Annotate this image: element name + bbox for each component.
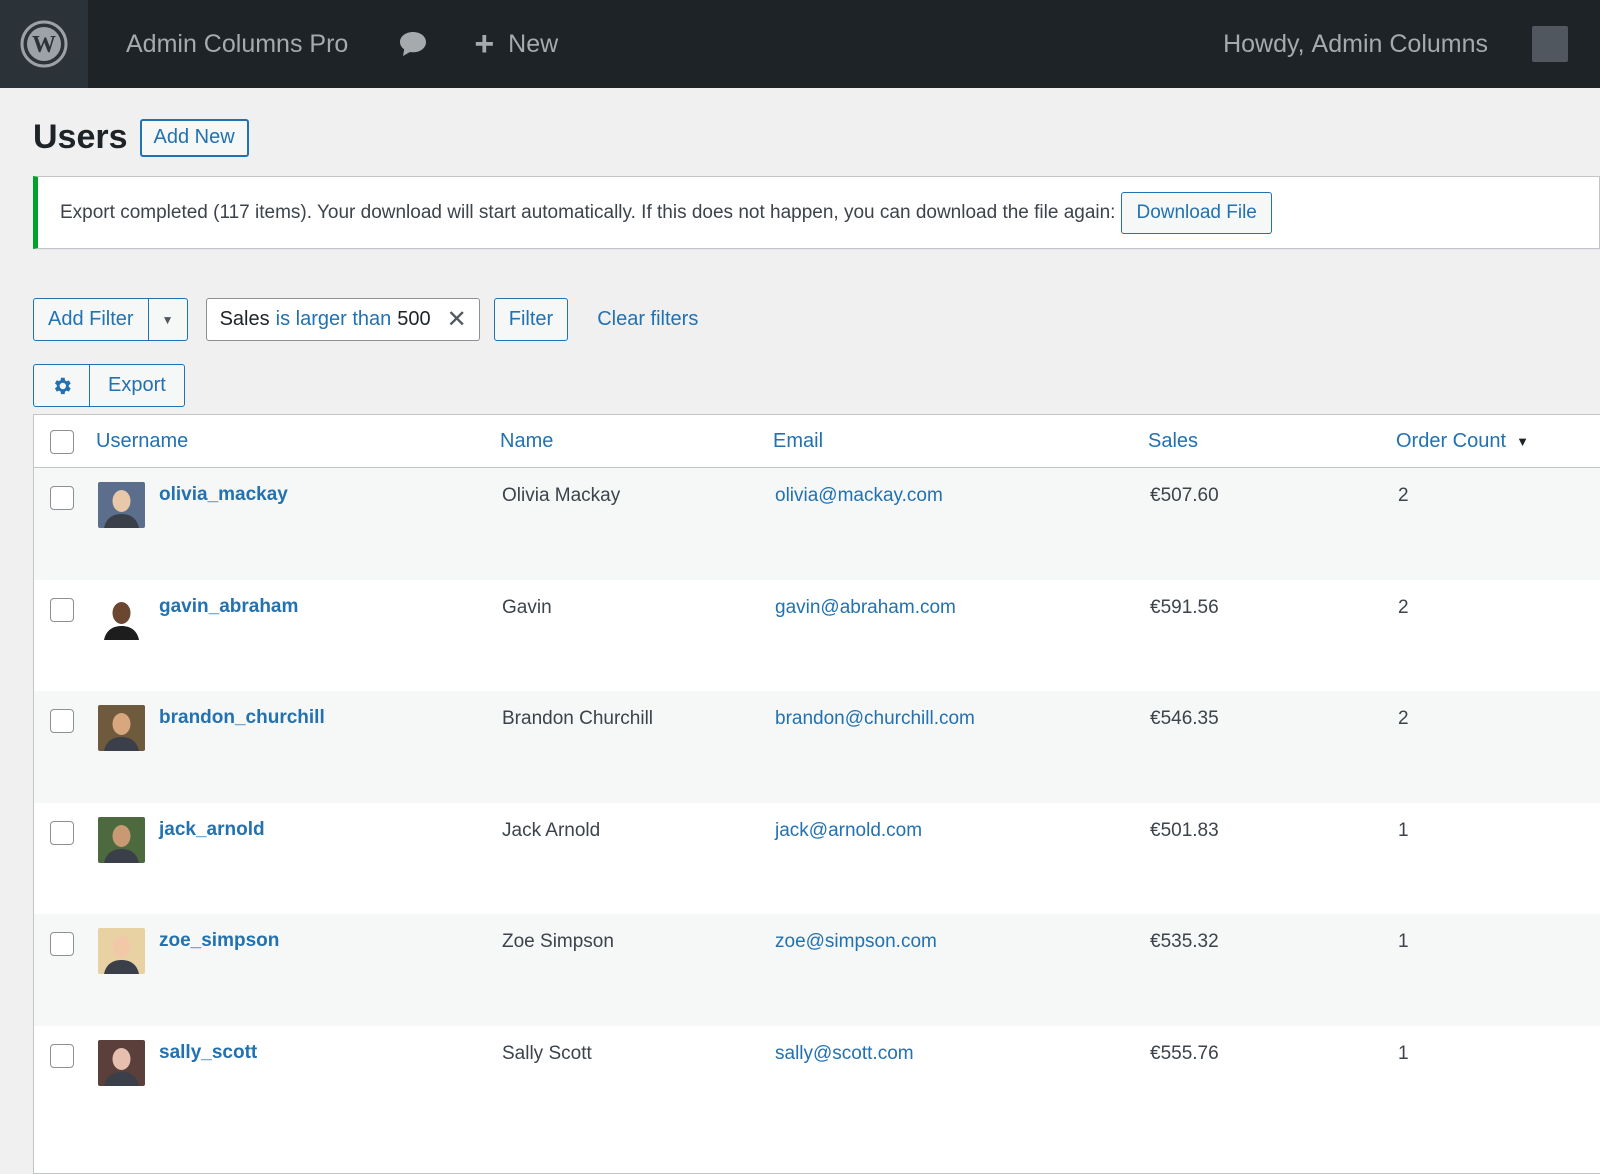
avatar (98, 928, 145, 974)
sort-desc-icon: ▼ (1516, 434, 1529, 449)
sales-value: €535.32 (1150, 931, 1219, 952)
user-full-name: Olivia Mackay (502, 485, 621, 506)
admin-bar: W Admin Columns Pro + New Howdy, Admin C… (0, 0, 1600, 88)
email-link[interactable]: jack@arnold.com (775, 820, 922, 842)
username-link[interactable]: sally_scott (159, 1042, 257, 1064)
add-filter-dropdown: Add Filter ▼ (33, 298, 188, 341)
avatar (98, 593, 145, 640)
export-notice: Export completed (117 items). Your downl… (33, 176, 1600, 249)
username-link[interactable]: zoe_simpson (159, 930, 279, 952)
email-link[interactable]: sally@scott.com (775, 1043, 914, 1065)
table-row: sally_scott Sally Scott sally@scott.com … (34, 1026, 1600, 1138)
add-filter-button[interactable]: Add Filter (34, 299, 149, 340)
filter-operator: is larger than (275, 308, 392, 330)
download-file-button[interactable]: Download File (1121, 191, 1272, 234)
avatar (98, 816, 145, 863)
new-label: New (508, 29, 559, 58)
sales-value: €555.76 (1150, 1042, 1219, 1064)
column-order-count[interactable]: Order Count ▼ (1396, 415, 1529, 468)
sales-value: €501.83 (1150, 819, 1219, 841)
sales-value: €591.56 (1150, 596, 1219, 618)
account-user-name: Admin Columns (1311, 29, 1488, 58)
plus-icon: + (474, 25, 495, 63)
table-body: olivia_mackay Olivia Mackay olivia@macka… (34, 468, 1600, 1137)
row-checkbox[interactable] (50, 820, 74, 845)
users-table: Username Name Email Sales Order Count ▼ … (33, 414, 1600, 1174)
new-content-menu[interactable]: + New (474, 27, 558, 61)
order-count-value: 1 (1398, 1042, 1409, 1064)
row-checkbox[interactable] (50, 932, 74, 956)
table-row: gavin_abraham Gavin gavin@abraham.com €5… (34, 580, 1600, 692)
order-count-value: 1 (1398, 931, 1409, 952)
filter-field: Sales (219, 308, 270, 330)
filter-value: 500 (397, 308, 431, 330)
user-full-name: Zoe Simpson (502, 931, 614, 952)
email-link[interactable]: brandon@churchill.com (775, 708, 975, 730)
username-link[interactable]: gavin_abraham (159, 596, 298, 618)
user-full-name: Gavin (502, 596, 552, 618)
order-count-value: 2 (1398, 708, 1409, 729)
comments-icon[interactable] (398, 30, 428, 58)
gear-icon[interactable] (34, 365, 90, 406)
table-row: zoe_simpson Zoe Simpson zoe@simpson.com … (34, 914, 1600, 1026)
svg-text:W: W (32, 32, 56, 58)
wordpress-logo-icon[interactable]: W (0, 0, 88, 88)
table-header: Username Name Email Sales Order Count ▼ (34, 415, 1600, 468)
row-checkbox[interactable] (50, 1043, 74, 1068)
email-link[interactable]: gavin@abraham.com (775, 597, 956, 619)
user-full-name: Jack Arnold (502, 819, 601, 841)
site-name-link[interactable]: Admin Columns Pro (126, 30, 348, 59)
email-link[interactable]: olivia@mackay.com (775, 485, 943, 507)
export-button[interactable]: Export (90, 365, 184, 406)
avatar (98, 705, 145, 751)
howdy-text: Howdy, (1223, 29, 1305, 58)
username-link[interactable]: olivia_mackay (159, 484, 288, 506)
account-menu[interactable]: Howdy, Admin Columns (1223, 0, 1488, 88)
table-row: olivia_mackay Olivia Mackay olivia@macka… (34, 468, 1600, 580)
avatar (98, 1039, 145, 1086)
row-checkbox[interactable] (50, 597, 74, 622)
column-order-count-label: Order Count (1396, 430, 1507, 452)
sales-value: €546.35 (1150, 708, 1219, 729)
order-count-value: 2 (1398, 485, 1409, 506)
username-link[interactable]: brandon_churchill (159, 707, 325, 729)
clear-filters-link[interactable]: Clear filters (597, 308, 698, 331)
account-avatar[interactable] (1532, 26, 1568, 62)
notice-text: Export completed (117 items). Your downl… (60, 201, 1116, 223)
column-name[interactable]: Name (500, 415, 553, 468)
row-checkbox[interactable] (50, 709, 74, 733)
caret-down-icon[interactable]: ▼ (149, 299, 187, 340)
close-icon[interactable]: ✕ (447, 307, 467, 332)
avatar (98, 482, 145, 528)
email-link[interactable]: zoe@simpson.com (775, 931, 937, 953)
user-full-name: Brandon Churchill (502, 708, 654, 729)
username-link[interactable]: jack_arnold (159, 819, 265, 841)
column-email[interactable]: Email (773, 415, 823, 468)
page-heading: Users Add New (33, 118, 249, 157)
add-new-button[interactable]: Add New (139, 118, 249, 157)
user-full-name: Sally Scott (502, 1042, 592, 1064)
active-filter-chip[interactable]: Sales is larger than 500 ✕ (205, 298, 480, 341)
filter-bar: Add Filter ▼ Sales is larger than 500 ✕ … (33, 298, 698, 341)
page-title: Users (33, 118, 128, 156)
order-count-value: 1 (1398, 819, 1409, 841)
select-all-checkbox[interactable] (50, 429, 74, 454)
column-sales[interactable]: Sales (1148, 415, 1198, 468)
table-toolbar: Export (33, 364, 185, 407)
order-count-value: 2 (1398, 596, 1409, 618)
table-row: brandon_churchill Brandon Churchill bran… (34, 691, 1600, 803)
column-username[interactable]: Username (96, 415, 188, 468)
sales-value: €507.60 (1150, 485, 1219, 506)
row-checkbox[interactable] (50, 486, 74, 510)
filter-button[interactable]: Filter (493, 298, 569, 341)
select-all-checkbox-cell (50, 415, 74, 468)
table-row: jack_arnold Jack Arnold jack@arnold.com … (34, 803, 1600, 915)
